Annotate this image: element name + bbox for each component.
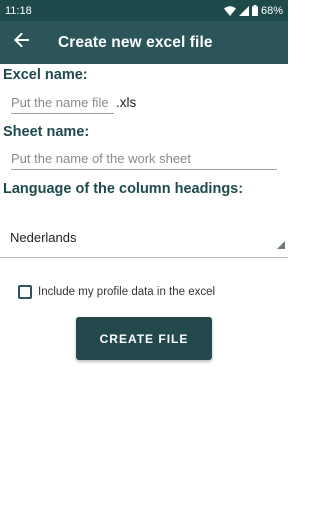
language-selected-value: Nederlands xyxy=(10,230,77,245)
include-profile-row[interactable]: Include my profile data in the excel xyxy=(18,285,215,299)
file-extension: .xls xyxy=(116,95,137,110)
sheet-name-input[interactable] xyxy=(11,148,277,170)
excel-name-label: Excel name: xyxy=(3,67,88,83)
status-time: 11:18 xyxy=(5,4,32,17)
signal-icon xyxy=(238,5,249,16)
language-select[interactable]: Nederlands xyxy=(0,222,288,258)
include-profile-label: Include my profile data in the excel xyxy=(38,286,216,298)
battery-icon xyxy=(251,5,258,16)
battery-percent: 68% xyxy=(260,4,283,17)
app-bar: Create new excel file xyxy=(0,21,288,64)
page-title: Create new excel file xyxy=(58,33,213,51)
sheet-name-label: Sheet name: xyxy=(3,124,90,140)
dropdown-arrow-icon xyxy=(277,236,285,254)
wifi-icon xyxy=(223,5,236,16)
status-bar: 11:18 68% xyxy=(0,0,288,21)
create-file-button[interactable]: CREATE FILE xyxy=(76,317,212,360)
excel-name-input[interactable] xyxy=(11,92,114,114)
language-label: Language of the column headings: xyxy=(3,181,244,197)
include-profile-checkbox[interactable] xyxy=(18,285,32,299)
status-icons: 68% xyxy=(223,4,283,17)
arrow-left-icon xyxy=(14,32,30,53)
back-button[interactable] xyxy=(0,21,44,64)
